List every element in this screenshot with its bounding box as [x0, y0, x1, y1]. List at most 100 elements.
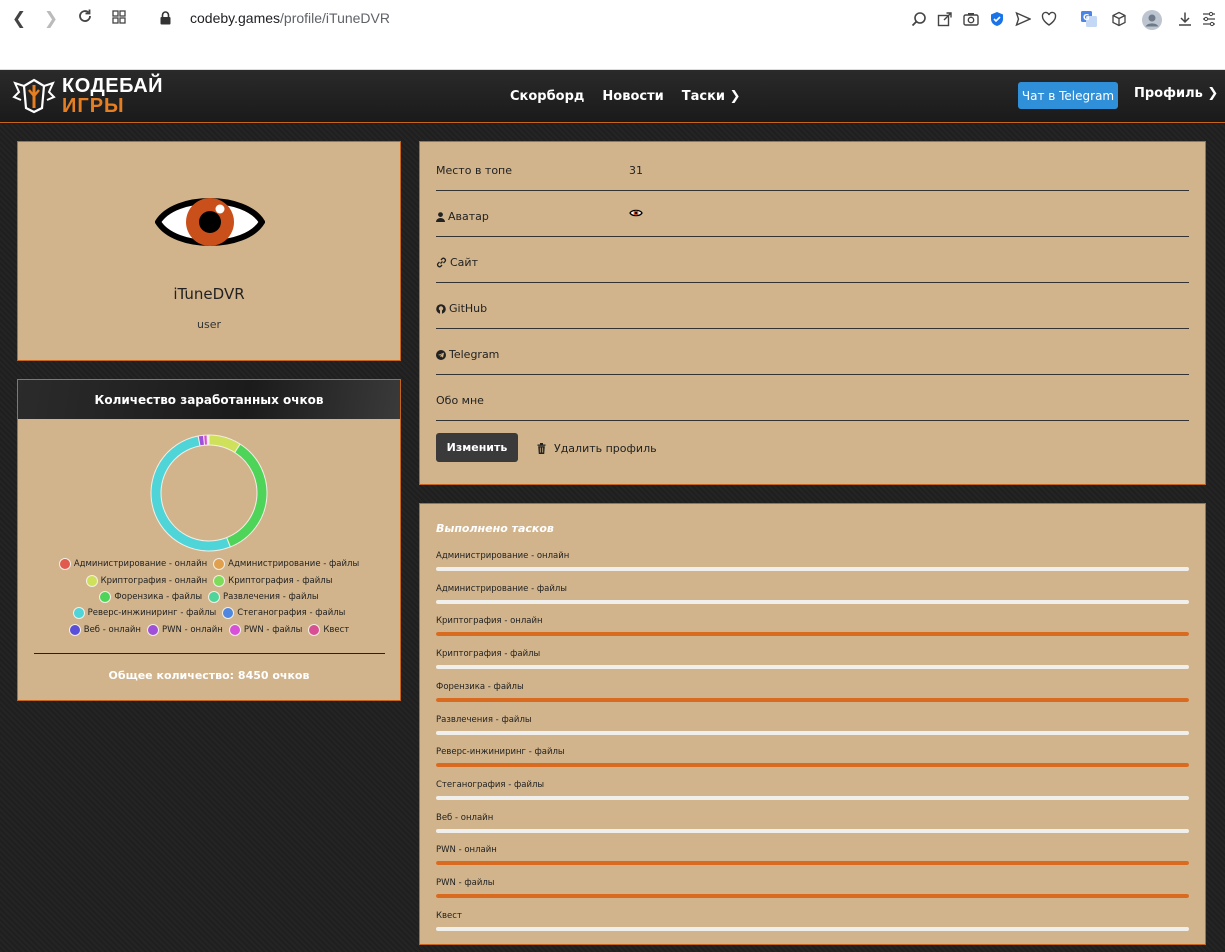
address-bar[interactable]: codeby.games/profile/iTuneDVR: [190, 10, 390, 26]
legend-item[interactable]: Развлечения - файлы: [208, 590, 319, 603]
info-avatar-key: Аватар: [436, 210, 489, 223]
legend-item[interactable]: Веб - онлайн: [68, 623, 141, 636]
legend-label: Развлечения - файлы: [223, 591, 319, 602]
lock-icon[interactable]: [160, 11, 171, 25]
legend-swatch: [222, 607, 235, 620]
legend-swatch: [72, 607, 85, 620]
task-label: Администрирование - файлы: [436, 583, 567, 594]
donut-slice[interactable]: [151, 436, 230, 551]
telegram-chat-button[interactable]: Чат в Telegram: [1018, 82, 1118, 109]
task-progress-bar: [436, 894, 1189, 898]
info-telegram-key: Telegram: [436, 348, 499, 361]
camera-icon[interactable]: [962, 10, 980, 28]
info-rank-label: Место в топе: [436, 164, 513, 177]
url-path: /profile/iTuneDVR: [280, 10, 390, 26]
site-logo[interactable]: КОДЕБАЙ ИГРЫ: [12, 76, 163, 116]
legend-swatch: [85, 574, 98, 587]
task-label: Форензика - файлы: [436, 681, 524, 692]
task-progress-row: Квест: [436, 911, 1189, 941]
task-progress-bar: [436, 599, 1189, 604]
legend-swatch: [208, 590, 221, 603]
task-label: Развлечения - файлы: [436, 714, 532, 725]
link-icon: [436, 257, 447, 268]
account-avatar-icon[interactable]: [1142, 10, 1162, 30]
nav-tasks[interactable]: Таски ❯: [682, 89, 741, 104]
legend-label: PWN - файлы: [243, 624, 303, 635]
profile-info-card: Место в топе 31 Аватар Сайт GitHub Teleg…: [419, 141, 1206, 485]
legend-item[interactable]: Администрирование - файлы: [213, 558, 360, 571]
menu-icon[interactable]: [1200, 10, 1218, 28]
legend-item[interactable]: Реверс-инжиниринг - файлы: [72, 607, 217, 620]
legend-item[interactable]: Стеганография - файлы: [222, 607, 346, 620]
legend-row: Форензика - файлы Развлечения - файлы: [18, 589, 400, 605]
nav-news[interactable]: Новости: [602, 89, 663, 104]
info-github-label: GitHub: [449, 302, 488, 315]
delete-profile-button[interactable]: Удалить профиль: [537, 442, 657, 455]
legend-item[interactable]: Администрирование - онлайн: [58, 558, 208, 571]
profile-menu-link[interactable]: Профиль ❯: [1134, 86, 1218, 101]
task-progress-bar: [436, 567, 1189, 571]
download-icon[interactable]: [1176, 10, 1194, 28]
legend-item[interactable]: Квест: [308, 623, 350, 636]
legend-label: Квест: [323, 624, 350, 635]
task-progress-row: Криптография - файлы: [436, 649, 1189, 679]
task-progress-row: PWN - онлайн: [436, 845, 1189, 875]
shield-check-icon[interactable]: [988, 10, 1006, 28]
task-label: Стеганография - файлы: [436, 779, 545, 790]
task-label: PWN - онлайн: [436, 845, 497, 856]
legend-label: Криптография - онлайн: [100, 575, 208, 586]
heart-icon[interactable]: [1040, 10, 1058, 28]
view-avatar-button[interactable]: [629, 208, 643, 221]
info-row-github: GitHub: [436, 283, 1189, 329]
task-progress-row: Развлечения - файлы: [436, 715, 1189, 745]
task-progress-bar: [436, 697, 1189, 702]
legend-item[interactable]: Форензика - файлы: [99, 590, 202, 603]
legend-label: Администрирование - файлы: [228, 559, 360, 570]
info-row-avatar: Аватар: [436, 191, 1189, 237]
task-progress-fill: [436, 763, 1189, 768]
info-row-telegram: Telegram: [436, 329, 1189, 375]
task-label: Криптография - файлы: [436, 649, 541, 660]
back-icon[interactable]: ❮: [8, 8, 30, 30]
task-progress-bar: [436, 632, 1189, 637]
legend-swatch: [213, 558, 226, 571]
task-progress-bar: [436, 730, 1189, 735]
legend-swatch: [68, 623, 81, 636]
legend-item[interactable]: PWN - онлайн: [147, 623, 223, 636]
legend-label: Стеганография - файлы: [237, 608, 346, 619]
forward-icon[interactable]: ❯: [40, 8, 62, 30]
legend-item[interactable]: Криптография - онлайн: [85, 574, 208, 587]
edit-profile-button[interactable]: Изменить: [436, 433, 518, 462]
site-header: КОДЕБАЙ ИГРЫ Скорборд Новости Таски ❯ Ча…: [0, 70, 1225, 123]
translate-icon[interactable]: G: [1080, 10, 1098, 28]
telegram-icon: [436, 349, 446, 360]
tasks-title: Выполнено тасков: [436, 522, 554, 535]
task-progress-fill: [436, 894, 1189, 898]
legend-label: Реверс-инжиниринг - файлы: [87, 608, 217, 619]
reload-icon[interactable]: [74, 8, 96, 30]
legend-swatch: [308, 623, 321, 636]
apps-grid-icon[interactable]: [108, 8, 130, 30]
nav-scoreboard[interactable]: Скорборд: [510, 89, 584, 104]
task-label: Криптография - онлайн: [436, 616, 543, 627]
legend-label: Администрирование - онлайн: [73, 559, 208, 570]
info-github-key: GitHub: [436, 302, 487, 315]
points-divider: [34, 653, 385, 654]
profile-role: user: [197, 318, 221, 331]
points-donut-chart: [150, 434, 268, 552]
share-icon[interactable]: [936, 10, 954, 28]
legend-swatch: [99, 590, 112, 603]
tasks-card: Выполнено тасков Администрирование - онл…: [419, 503, 1206, 945]
donut-slice[interactable]: [198, 435, 204, 446]
legend-swatch: [58, 558, 71, 571]
user-icon: [436, 211, 445, 222]
send-icon[interactable]: [1014, 10, 1032, 28]
task-progress-row: Веб - онлайн: [436, 813, 1189, 843]
search-icon[interactable]: [910, 10, 928, 28]
info-site-key: Сайт: [436, 256, 478, 269]
info-telegram-label: Telegram: [449, 348, 500, 361]
legend-item[interactable]: PWN - файлы: [228, 623, 303, 636]
cube-extension-icon[interactable]: [1110, 10, 1128, 28]
legend-item[interactable]: Криптография - файлы: [213, 574, 332, 587]
legend-swatch: [213, 574, 226, 587]
